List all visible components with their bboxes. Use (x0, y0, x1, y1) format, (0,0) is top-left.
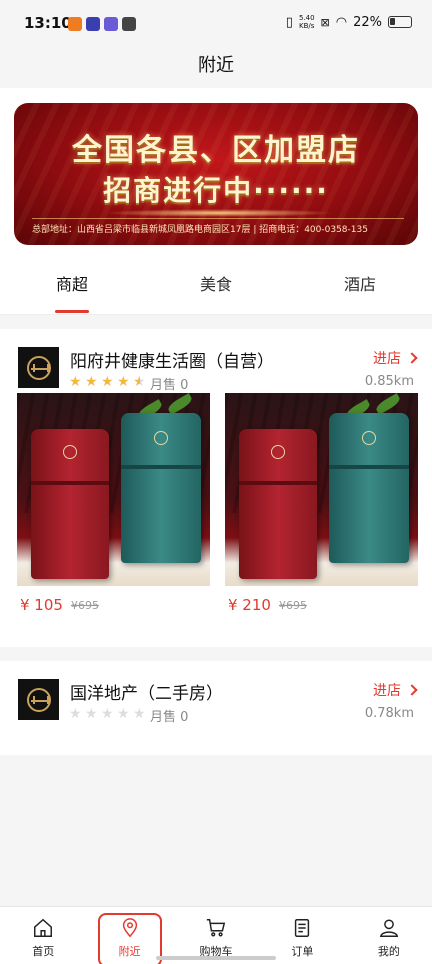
status-right: ▯ 5.40 KB/s ⊠ ◠ 22% (286, 14, 412, 30)
battery-icon (388, 16, 412, 28)
tab-food[interactable]: 美食 (144, 260, 288, 314)
store-rating: ★ ★ ★ ★ ★ (69, 707, 147, 721)
battery-percent: 22% (353, 14, 382, 30)
notification-icons (68, 17, 136, 31)
location-pin-icon (122, 918, 137, 938)
main-content[interactable]: 全国各县、区加盟店 招商进行中······ 总部地址：山西省吕梁市临县新城凤凰路… (0, 88, 432, 906)
enter-store-label: 进店 (373, 683, 401, 699)
tab-hotel[interactable]: 酒店 (288, 260, 432, 314)
chevron-right-icon (406, 684, 418, 696)
user-icon (379, 919, 398, 937)
app-notification-icon (86, 17, 100, 31)
product-price-row: ¥ 105 ¥695 (17, 586, 210, 624)
star-icon: ★ (69, 706, 82, 722)
star-icon: ★ (117, 706, 130, 722)
app-notification-icon (122, 17, 136, 31)
banner-footer: 总部地址：山西省吕梁市临县新城凤凰路电商园区17层 | 招商电话：400-035… (32, 218, 404, 235)
chevron-right-icon (406, 352, 418, 364)
product-original-price: ¥695 (70, 598, 99, 612)
network-speed: 5.40 KB/s (299, 14, 315, 30)
store-name: 国洋地产（二手房） (70, 684, 223, 704)
product-card[interactable]: ¥ 210 ¥695 (225, 393, 418, 624)
star-icon: ★ (117, 374, 130, 390)
app-notification-icon (104, 17, 118, 31)
store-distance: 0.78km (364, 706, 414, 721)
nav-orders-label: 订单 (291, 945, 314, 958)
store-monthly-sales: 月售 0 (150, 710, 189, 725)
store-monthly-sales: 月售 0 (150, 378, 189, 393)
product-price: ¥ 210 (228, 596, 271, 614)
gesture-home-bar[interactable] (156, 956, 276, 960)
app-notification-icon (68, 17, 82, 31)
banner-container: 全国各县、区加盟店 招商进行中······ 总部地址：山西省吕梁市临县新城凤凰路… (0, 88, 432, 260)
store-name: 阳府井健康生活圈（自营） (70, 352, 274, 372)
nav-home[interactable]: 首页 (0, 907, 86, 964)
half-star-icon: ★ (133, 374, 146, 390)
category-tabs: 商超 美食 酒店 (0, 260, 432, 315)
net-speed-unit: KB/s (299, 22, 315, 30)
product-card[interactable]: ¥ 105 ¥695 (17, 393, 210, 624)
banner-headline: 全国各县、区加盟店 (72, 133, 360, 168)
store-rating: ★ ★ ★ ★ ★ (69, 375, 147, 389)
sim-icon: ⊠ (320, 15, 330, 29)
enter-store-button[interactable]: 进店 (373, 348, 418, 368)
enter-store-label: 进店 (373, 351, 401, 367)
page-title: 附近 (198, 55, 234, 76)
franchise-banner[interactable]: 全国各县、区加盟店 招商进行中······ 总部地址：山西省吕梁市临县新城凤凰路… (14, 103, 418, 245)
star-icon: ★ (101, 706, 114, 722)
vibrate-icon: ▯ (285, 14, 293, 30)
store-card[interactable]: 阳府井健康生活圈（自营） ★ ★ ★ ★ ★ 月售 0 进店 0.85km ¥ … (0, 329, 432, 647)
nav-profile-label: 我的 (377, 945, 400, 958)
status-time: 13:10 (24, 14, 72, 32)
order-list-icon (295, 919, 310, 937)
star-icon: ★ (85, 706, 98, 722)
page-header: 附近 (0, 44, 432, 88)
product-image (225, 393, 418, 586)
tab-supermarket[interactable]: 商超 (0, 260, 144, 314)
net-speed-value: 5.40 (298, 14, 315, 22)
status-bar: 13:10 ▯ 5.40 KB/s ⊠ ◠ 22% (0, 0, 432, 44)
nav-home-label: 首页 (32, 945, 55, 958)
store-logo (18, 679, 59, 720)
store-logo (18, 347, 59, 388)
product-price: ¥ 105 (20, 596, 63, 614)
cart-icon (206, 919, 226, 937)
star-icon: ★ (101, 374, 114, 390)
product-image (17, 393, 210, 586)
product-list: ¥ 105 ¥695 ¥ 210 ¥695 (17, 393, 418, 624)
nav-profile[interactable]: 我的 (346, 907, 432, 964)
home-icon (34, 918, 53, 937)
store-card[interactable]: 国洋地产（二手房） ★ ★ ★ ★ ★ 月售 0 进店 0.78km (0, 661, 432, 755)
product-original-price: ¥695 (278, 598, 307, 612)
store-distance: 0.85km (364, 374, 414, 389)
product-price-row: ¥ 210 ¥695 (225, 586, 418, 624)
banner-glow (104, 209, 334, 217)
star-icon: ★ (69, 374, 82, 390)
banner-subheadline: 招商进行中······ (103, 174, 329, 207)
enter-store-button[interactable]: 进店 (373, 680, 418, 700)
nav-nearby-label: 附近 (118, 945, 141, 958)
star-icon: ★ (133, 706, 146, 722)
wifi-icon: ◠ (335, 14, 348, 30)
star-icon: ★ (85, 374, 98, 390)
